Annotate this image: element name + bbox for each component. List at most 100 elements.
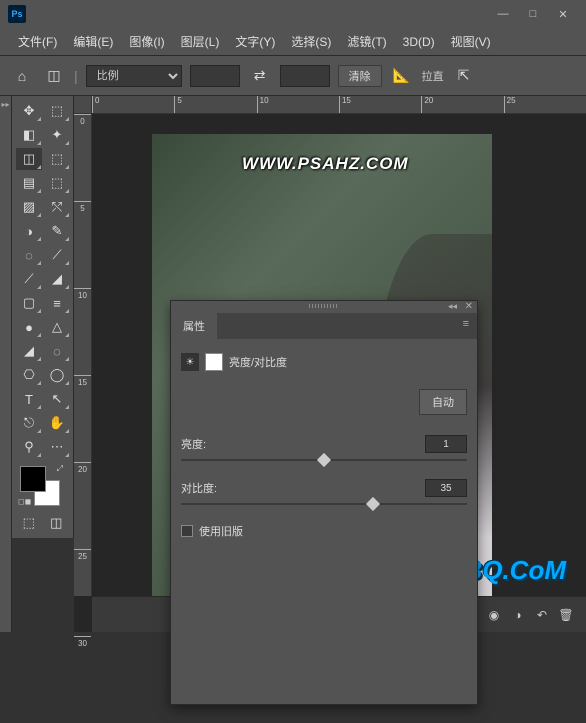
brightness-icon[interactable]: ☀ (181, 353, 199, 371)
tool-18[interactable]: ● (16, 316, 42, 338)
brightness-label: 亮度: (181, 436, 206, 452)
tool-6[interactable]: ▤ (16, 172, 42, 194)
tool-15[interactable]: ◢ (44, 268, 70, 290)
watermark-top: WWW.PSAHZ.COM (242, 154, 409, 174)
legacy-label: 使用旧版 (199, 523, 243, 539)
close-button[interactable]: ✕ (548, 0, 578, 28)
home-icon[interactable]: ⌂ (10, 64, 34, 88)
width-input[interactable] (190, 65, 240, 87)
ruler-horizontal[interactable]: 0510152025 (92, 96, 586, 114)
share-icon[interactable]: ⇱ (452, 64, 476, 88)
expand-arrow-icon: ▸▸ (0, 96, 11, 109)
legacy-checkbox-row[interactable]: 使用旧版 (181, 523, 467, 539)
tool-9[interactable]: ⤲ (44, 196, 70, 218)
swap-dimensions-icon[interactable]: ⇄ (248, 64, 272, 88)
default-colors-icon[interactable]: ◻◼ (18, 497, 31, 506)
panel-close-icon[interactable]: ✕ (465, 301, 473, 312)
tab-properties[interactable]: 属性 (171, 313, 217, 339)
mask-icon[interactable] (205, 353, 223, 371)
menu-select[interactable]: 选择(S) (285, 33, 337, 50)
tool-8[interactable]: ▨ (16, 196, 42, 218)
contrast-slider[interactable] (181, 503, 467, 505)
ruler-origin[interactable] (74, 96, 92, 114)
ruler-vertical[interactable]: 051015202530 (74, 114, 92, 596)
tool-5[interactable]: ⬚ (44, 148, 70, 170)
dock-icon-1[interactable]: ◉ (484, 605, 504, 625)
straighten-icon[interactable]: 📐 (390, 64, 414, 88)
legacy-checkbox[interactable] (181, 525, 193, 537)
contrast-label: 对比度: (181, 480, 217, 496)
brightness-slider[interactable] (181, 459, 467, 461)
tool-3[interactable]: ✦ (44, 124, 70, 146)
window-controls: — □ ✕ (488, 0, 578, 28)
foreground-color[interactable] (20, 466, 46, 492)
tool-16[interactable]: ▢ (16, 292, 42, 314)
contrast-slider-row: 对比度: (181, 479, 467, 505)
crop-tool-icon[interactable]: ◫ (42, 64, 66, 88)
tool-20[interactable]: ◢ (16, 340, 42, 362)
auto-button[interactable]: 自动 (419, 389, 467, 415)
brightness-thumb[interactable] (317, 453, 331, 467)
tool-29[interactable]: ⋯ (44, 436, 70, 458)
quick-mask-icon[interactable]: ⬚ (16, 512, 42, 534)
tool-17[interactable]: ≡ (44, 292, 70, 314)
properties-panel: ◂◂ ✕ 属性 ≡ ☀ 亮度/对比度 自动 亮度: 对比度: (170, 300, 478, 705)
panel-menu-icon[interactable]: ≡ (455, 313, 477, 339)
tool-23[interactable]: ◯ (44, 364, 70, 386)
panel-collapse-strip[interactable]: ▸▸ (0, 96, 12, 632)
menubar: 文件(F) 编辑(E) 图像(I) 图层(L) 文字(Y) 选择(S) 滤镜(T… (0, 28, 586, 56)
tool-14[interactable]: ⟋ (16, 268, 42, 290)
panel-titlebar[interactable]: ◂◂ ✕ (171, 301, 477, 313)
clear-button[interactable]: 清除 (338, 65, 382, 87)
dock-icon-3[interactable]: ↶ (532, 605, 552, 625)
tool-7[interactable]: ⬚ (44, 172, 70, 194)
color-swatches: ⤢ ◻◼ (16, 464, 69, 506)
app-logo: Ps (8, 5, 26, 23)
menu-filter[interactable]: 滤镜(T) (341, 33, 392, 50)
tool-22[interactable]: ⎔ (16, 364, 42, 386)
tool-4[interactable]: ◫ (16, 148, 42, 170)
dock-icon-2[interactable]: ◑ (508, 605, 528, 625)
tool-1[interactable]: ⬚ (44, 100, 70, 122)
menu-image[interactable]: 图像(I) (123, 33, 170, 50)
menu-view[interactable]: 视图(V) (445, 33, 497, 50)
contrast-value-input[interactable] (425, 479, 467, 497)
tool-21[interactable]: ◌ (44, 340, 70, 362)
tool-19[interactable]: △ (44, 316, 70, 338)
ratio-select[interactable]: 比例 (86, 65, 182, 87)
straighten-label: 拉直 (422, 68, 444, 84)
height-input[interactable] (280, 65, 330, 87)
brightness-value-input[interactable] (425, 435, 467, 453)
tool-27[interactable]: ✋ (44, 412, 70, 434)
adjustment-header: ☀ 亮度/对比度 (181, 349, 467, 383)
dock-icon-4[interactable]: 🗑 (556, 605, 576, 625)
panel-collapse-icon[interactable]: ◂◂ (448, 301, 457, 312)
menu-3d[interactable]: 3D(D) (397, 35, 441, 49)
tool-11[interactable]: ✎ (44, 220, 70, 242)
adjustment-type-label: 亮度/对比度 (229, 354, 287, 370)
panel-tabs: 属性 ≡ (171, 313, 477, 339)
screen-mode-icon[interactable]: ◫ (44, 512, 70, 534)
tool-10[interactable]: ◑ (16, 220, 42, 242)
tool-12[interactable]: ◌ (16, 244, 42, 266)
menu-file[interactable]: 文件(F) (12, 33, 63, 50)
contrast-thumb[interactable] (366, 497, 380, 511)
tool-25[interactable]: ↖ (44, 388, 70, 410)
titlebar: Ps — □ ✕ (0, 0, 586, 28)
tool-13[interactable]: ⟋ (44, 244, 70, 266)
tool-2[interactable]: ◧ (16, 124, 42, 146)
menu-edit[interactable]: 编辑(E) (67, 33, 119, 50)
tool-0[interactable]: ✥ (16, 100, 42, 122)
tool-26[interactable]: ⎋ (16, 412, 42, 434)
toolbox: ✥⬚◧✦◫⬚▤⬚▨⤲◑✎◌⟋⟋◢▢≡●△◢◌⎔◯T↖⎋✋⚲⋯ ⤢ ◻◼ ⬚ ◫ (12, 96, 74, 538)
menu-layer[interactable]: 图层(L) (175, 33, 226, 50)
brightness-slider-row: 亮度: (181, 435, 467, 461)
tool-28[interactable]: ⚲ (16, 436, 42, 458)
panel-drag-handle[interactable] (309, 304, 339, 308)
options-bar: ⌂ ◫ | 比例 ⇄ 清除 📐 拉直 ⇱ (0, 56, 586, 96)
menu-text[interactable]: 文字(Y) (229, 33, 281, 50)
tool-24[interactable]: T (16, 388, 42, 410)
maximize-button[interactable]: □ (518, 0, 548, 28)
minimize-button[interactable]: — (488, 0, 518, 28)
swap-colors-icon[interactable]: ⤢ (57, 464, 63, 474)
